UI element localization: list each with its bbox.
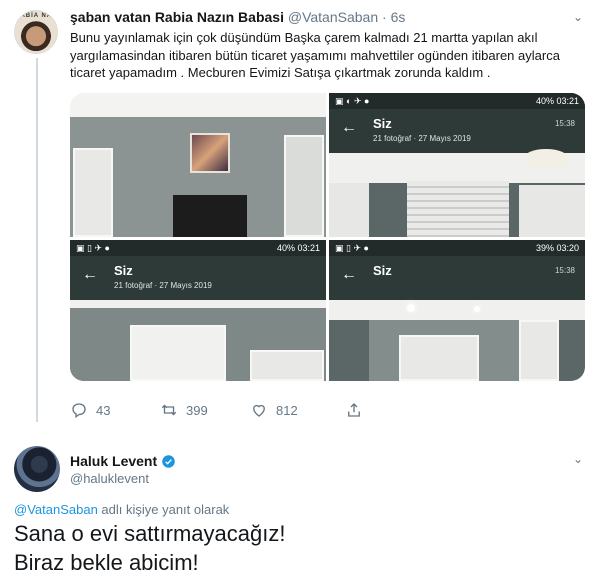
share-button[interactable] — [345, 401, 363, 419]
chat-header: ← Siz 15:38 — [329, 256, 585, 300]
photo-1[interactable] — [70, 93, 326, 237]
share-icon — [348, 403, 360, 417]
retweet-count: 399 — [186, 402, 208, 418]
status-right: 40% 03:21 — [535, 96, 579, 106]
verified-badge-icon — [162, 454, 175, 468]
tweet-header: Haluk Levent — [70, 453, 176, 469]
timestamp[interactable]: 6s — [391, 9, 406, 25]
television — [173, 195, 247, 237]
reply-count: 43 — [96, 402, 111, 418]
photo-3[interactable]: ▣ ▯ ✈ ● 40% 03:21 ← Siz 21 fotoğraf · 27… — [70, 240, 326, 381]
heart-icon — [253, 404, 265, 417]
retweet-button[interactable]: 399 — [160, 401, 208, 419]
thread-connector-line — [36, 58, 38, 422]
like-button[interactable]: 812 — [250, 401, 298, 419]
status-icons-left: ▣ ▯ ✈ ● — [335, 243, 369, 253]
chat-time: 15:38 — [554, 119, 575, 128]
photo-grid: ▣ ◐ ✈ ● 40% 03:21 ← Siz 21 fotoğraf · 27… — [70, 93, 585, 381]
chat-subtitle: 21 fotoğraf · 27 Mayıs 2019 — [373, 134, 471, 143]
door — [519, 320, 559, 381]
chat-title: Siz — [373, 116, 392, 131]
ceiling-light — [407, 304, 415, 312]
replying-to: @VatanSaban adlı kişiye yanıt olarak — [14, 502, 229, 517]
ceiling-trim — [70, 300, 326, 308]
tweet-header: şaban vatan Rabia Nazın Babasi @VatanSab… — [70, 8, 405, 26]
tweet-text: Sana o evi sattırmayacağız! Biraz bekle … — [14, 519, 285, 577]
tweet-text-line-2: Biraz bekle abicim! — [14, 550, 199, 575]
reply-mention-link[interactable]: @VatanSaban — [14, 502, 98, 517]
display-name[interactable]: şaban vatan Rabia Nazın Babasi — [70, 9, 284, 25]
phone-status-bar: ▣ ▯ ✈ ● 39% 03:20 — [329, 240, 585, 256]
photo-2[interactable]: ▣ ◐ ✈ ● 40% 03:21 ← Siz 21 fotoğraf · 27… — [329, 93, 585, 237]
window-door — [284, 135, 324, 237]
door-frame — [130, 325, 226, 381]
avatar-logo-text: RABİA NAZ — [15, 13, 57, 19]
status-icons-left: ▣ ▯ ✈ ● — [76, 243, 110, 253]
reply-button[interactable]: 43 — [70, 401, 110, 419]
door — [73, 148, 113, 237]
status-right: 40% 03:21 — [276, 243, 320, 253]
separator-dot: · — [382, 9, 387, 25]
chat-title: Siz — [114, 263, 133, 278]
avatar[interactable] — [14, 446, 60, 492]
painting — [190, 133, 230, 173]
chat-header: ← Siz 21 fotoğraf · 27 Mayıs 2019 — [70, 256, 326, 300]
chevron-down-icon[interactable]: ⌄ — [573, 452, 583, 466]
status-right: 39% 03:20 — [535, 243, 579, 253]
reply-icon — [72, 403, 86, 419]
cabinet — [250, 350, 324, 381]
back-arrow-icon: ← — [82, 266, 98, 283]
chat-subtitle: 21 fotoğraf · 27 Mayıs 2019 — [114, 281, 212, 290]
avatar[interactable]: RABİA NAZ — [14, 10, 58, 54]
chat-time: 15:38 — [554, 266, 575, 275]
tweet-text: Bunu yayınlamak için çok düşündüm Başka … — [70, 30, 560, 80]
chat-header: ← Siz 21 fotoğraf · 27 Mayıs 2019 15:38 — [329, 109, 585, 153]
window-blind — [407, 181, 509, 237]
display-name[interactable]: Haluk Levent — [70, 453, 157, 469]
ceiling — [329, 300, 585, 320]
cabinet — [519, 185, 585, 237]
back-arrow-icon: ← — [341, 266, 357, 283]
ceiling-lamp — [524, 149, 568, 167]
cabinet — [329, 183, 369, 237]
photo-4[interactable]: ▣ ▯ ✈ ● 39% 03:20 ← Siz 15:38 — [329, 240, 585, 381]
tweet-text-line-1: Sana o evi sattırmayacağız! — [14, 521, 286, 546]
handle[interactable]: @haluklevent — [70, 471, 149, 486]
chevron-down-icon[interactable]: ⌄ — [573, 10, 583, 24]
like-count: 812 — [276, 402, 298, 418]
phone-status-bar: ▣ ▯ ✈ ● 40% 03:21 — [70, 240, 326, 256]
status-icons-left: ▣ ◐ ✈ ● — [335, 96, 370, 106]
reply-to-label: adlı kişiye yanıt olarak — [97, 502, 230, 517]
phone-status-bar: ▣ ◐ ✈ ● 40% 03:21 — [329, 93, 585, 109]
chat-title: Siz — [373, 263, 392, 278]
ceiling-light — [474, 306, 480, 312]
back-arrow-icon: ← — [341, 119, 357, 136]
handle[interactable]: @VatanSaban — [288, 9, 378, 25]
door-frame — [399, 335, 479, 381]
retweet-icon — [161, 404, 177, 416]
tweet-actions: 43 399 812 — [70, 401, 370, 421]
